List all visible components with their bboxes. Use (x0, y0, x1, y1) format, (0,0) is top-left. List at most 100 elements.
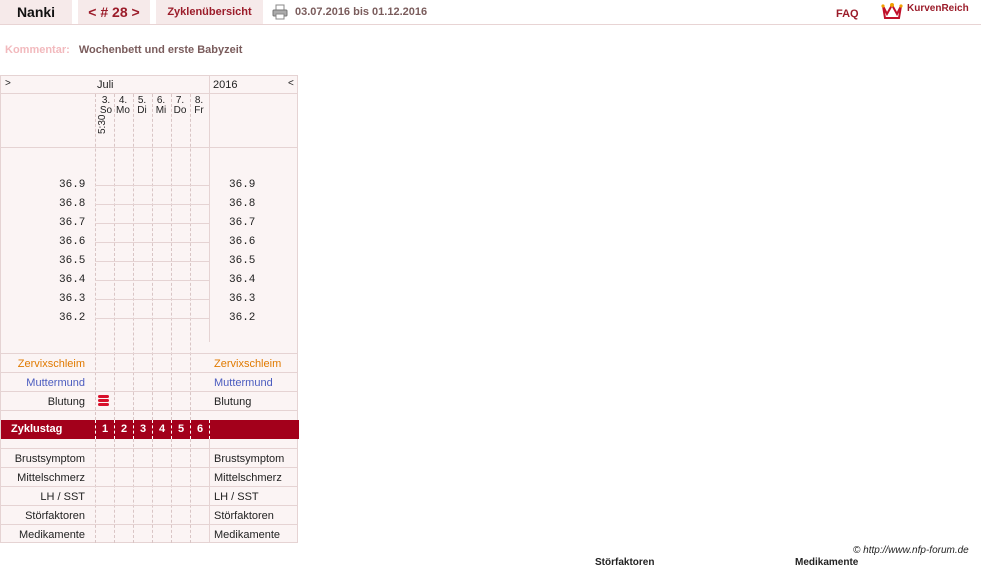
row-label-medikamente: Medikamente (214, 529, 281, 541)
temp-label: 36.3 (59, 293, 86, 305)
cycle-overview-link[interactable]: Zyklenübersicht (156, 0, 263, 24)
column-line (114, 420, 115, 439)
row-label-brustsymptom: Brustsymptom (14, 453, 85, 465)
comment-row: Kommentar: Wochenbett und erste Babyzeit (5, 44, 242, 56)
kurvenreich-logo[interactable]: KurvenReich (879, 0, 981, 24)
row-label-medikamente: Medikamente (18, 529, 85, 541)
row-label-stoerfaktoren: Störfaktoren (214, 510, 274, 522)
day-header[interactable]: 3. So (97, 96, 115, 116)
cycle-day-number: 4 (158, 423, 166, 435)
temp-gridline (95, 318, 209, 319)
row-label-lh-sst: LH / SST (40, 491, 85, 503)
day-header[interactable]: 6. Mi (152, 96, 170, 116)
divider (209, 439, 210, 543)
temp-label: 36.2 (59, 312, 86, 324)
faq-link[interactable]: FAQ (836, 2, 859, 26)
cycle-day-number: 2 (120, 423, 128, 435)
day-weekday: Mi (155, 105, 167, 116)
printer-icon[interactable] (272, 4, 288, 20)
temp-label: 36.4 (229, 274, 256, 286)
comment-label: Kommentar: (5, 44, 70, 56)
temp-gridline (95, 204, 209, 205)
temp-gridline (95, 261, 209, 262)
day-header[interactable]: 8. Fr (190, 96, 208, 116)
row-label-brustsymptom: Brustsymptom (214, 453, 285, 465)
row-label-mittelschmerz: Mittelschmerz (17, 472, 85, 484)
column-line (152, 420, 153, 439)
row-label-muttermund: Muttermund (26, 377, 85, 389)
temp-label: 36.6 (59, 236, 86, 248)
temp-gridline (95, 185, 209, 186)
row-label-mittelschmerz: Mittelschmerz (214, 472, 282, 484)
column-line (171, 439, 172, 543)
row-label-cervix: Zervixschleim (214, 358, 282, 370)
row-label-muttermund: Muttermund (214, 377, 273, 389)
divider (1, 410, 297, 411)
temp-label: 36.8 (229, 198, 256, 210)
day-weekday: Do (173, 105, 187, 116)
copyright[interactable]: © http://www.nfp-forum.de (853, 545, 969, 556)
temp-gridline (95, 299, 209, 300)
column-line (152, 439, 153, 543)
divider (1, 353, 297, 354)
divider (1, 372, 297, 373)
temp-label: 36.3 (229, 293, 256, 305)
user-name[interactable]: Nanki (0, 0, 72, 24)
divider (1, 391, 297, 392)
column-line (209, 420, 210, 439)
temp-label: 36.5 (229, 255, 256, 267)
temp-label: 36.9 (229, 179, 256, 191)
nav-left-button[interactable]: > (5, 78, 11, 89)
column-line (95, 439, 96, 543)
day-header[interactable]: 7. Do (171, 96, 189, 116)
divider (1, 505, 297, 506)
nav-right-button[interactable]: < (288, 78, 294, 89)
temp-label: 36.2 (229, 312, 256, 324)
day-header[interactable]: 5. Di (133, 96, 151, 116)
column-line (190, 439, 191, 543)
cycle-day-label: Zyklustag (11, 423, 63, 435)
row-label-cervix: Zervixschleim (17, 358, 85, 370)
divider (1, 524, 297, 525)
day-weekday: Di (137, 105, 147, 116)
month-label: Juli (97, 79, 114, 91)
day-weekday: Fr (194, 105, 204, 116)
row-label-lh-sst: LH / SST (214, 491, 259, 503)
cycle-navigator[interactable]: < # 28 > (78, 0, 150, 24)
top-bar: Nanki < # 28 > Zyklenübersicht 03.07.201… (0, 0, 981, 25)
temp-label: 36.5 (59, 255, 86, 267)
bleeding-marker-icon[interactable] (98, 395, 109, 407)
cycle-day-number: 6 (196, 423, 204, 435)
cycle-day-number: 5 (177, 423, 185, 435)
divider (209, 76, 210, 342)
temp-label: 36.4 (59, 274, 86, 286)
temp-label: 36.7 (229, 217, 256, 229)
temp-label: 36.9 (59, 179, 86, 191)
day-weekday: Mo (116, 105, 130, 116)
row-label-blutung: Blutung (47, 396, 85, 408)
divider (1, 93, 297, 94)
column-line (95, 420, 96, 439)
cycle-day-bar: Zyklustag 1 2 3 4 5 6 (1, 420, 299, 439)
comment-value[interactable]: Wochenbett und erste Babyzeit (79, 44, 243, 56)
cycle-chart: > Juli 2016 < 3. So 4. Mo 5. Di 6. Mi 7. Do 8… (0, 75, 299, 543)
temp-label: 36.8 (59, 198, 86, 210)
temp-gridline (95, 280, 209, 281)
cycle-day-number: 1 (101, 423, 109, 435)
temp-gridline (95, 223, 209, 224)
divider (1, 448, 297, 449)
temp-gridline (95, 242, 209, 243)
temp-label: 36.7 (59, 217, 86, 229)
divider (1, 467, 297, 468)
row-label-blutung: Blutung (214, 396, 252, 408)
column-line (133, 439, 134, 543)
measurement-time: 5:30 (97, 114, 108, 134)
column-line (171, 420, 172, 439)
day-header[interactable]: 4. Mo (114, 96, 132, 116)
cycle-day-number: 3 (139, 423, 147, 435)
date-range: 03.07.2016 bis 01.12.2016 (295, 6, 428, 18)
divider (1, 147, 297, 148)
column-line (114, 439, 115, 543)
row-label-stoerfaktoren: Störfaktoren (25, 510, 85, 522)
column-line (190, 420, 191, 439)
